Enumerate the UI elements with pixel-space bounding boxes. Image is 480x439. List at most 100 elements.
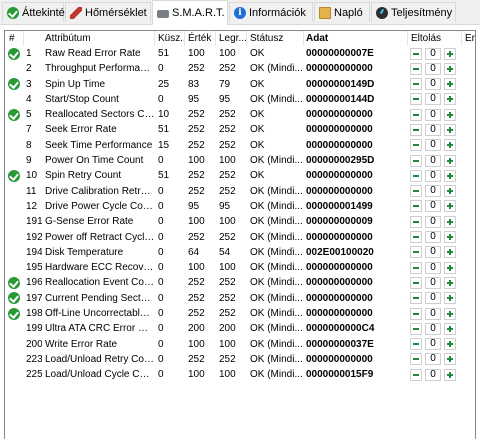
- increment-icon[interactable]: [444, 154, 456, 167]
- table-row[interactable]: 9 Power On Time Count 0 100 100 OK (Mindi... 0…: [5, 153, 475, 168]
- increment-icon[interactable]: [444, 185, 456, 198]
- decrement-icon[interactable]: [410, 108, 422, 121]
- column-header-status[interactable]: Státusz: [247, 31, 304, 46]
- offset-value[interactable]: 0: [425, 322, 441, 335]
- tab-information[interactable]: i Információk: [229, 2, 313, 22]
- table-row[interactable]: 11 Drive Calibration Retry ... 0 252 252 OK (…: [5, 184, 475, 199]
- table-row[interactable]: 199 Ultra ATA CRC Error Co... 0 200 200 OK (M…: [5, 321, 475, 336]
- column-header-offset[interactable]: Eltolás: [408, 31, 462, 46]
- increment-icon[interactable]: [444, 261, 456, 274]
- column-header-attribute[interactable]: Attribútum: [42, 31, 155, 46]
- increment-icon[interactable]: [444, 62, 456, 75]
- decrement-icon[interactable]: [410, 93, 422, 106]
- table-row[interactable]: 3 Spin Up Time 25 83 79 OK 00000000149D 0: [5, 77, 475, 92]
- tab-log[interactable]: Napló: [314, 2, 370, 22]
- offset-value[interactable]: 0: [425, 276, 441, 289]
- table-row[interactable]: 225 Load/Unload Cycle Cou... 0 100 100 OK (Mi…: [5, 367, 475, 382]
- increment-icon[interactable]: [444, 108, 456, 121]
- column-header-data[interactable]: Adat: [304, 31, 408, 46]
- decrement-icon[interactable]: [410, 261, 422, 274]
- offset-value[interactable]: 0: [425, 62, 441, 75]
- table-row[interactable]: 197 Current Pending Sector... 0 252 252 OK (M…: [5, 291, 475, 306]
- table-row[interactable]: 191 G-Sense Error Rate 0 100 100 OK (Mindi...…: [5, 214, 475, 229]
- decrement-icon[interactable]: [410, 200, 422, 213]
- table-row[interactable]: 192 Power off Retract Cycle ... 0 252 252 OK …: [5, 230, 475, 245]
- decrement-icon[interactable]: [410, 123, 422, 136]
- offset-value[interactable]: 0: [425, 93, 441, 106]
- increment-icon[interactable]: [444, 276, 456, 289]
- decrement-icon[interactable]: [410, 139, 422, 152]
- table-row[interactable]: 196 Reallocation Event Count 0 252 252 OK (Mi…: [5, 275, 475, 290]
- increment-icon[interactable]: [444, 169, 456, 182]
- offset-value[interactable]: 0: [425, 231, 441, 244]
- offset-value[interactable]: 0: [425, 169, 441, 182]
- offset-value[interactable]: 0: [425, 108, 441, 121]
- table-row[interactable]: 1 Raw Read Error Rate 51 100 100 OK 0000000000…: [5, 46, 475, 61]
- offset-value[interactable]: 0: [425, 307, 441, 320]
- column-header-current[interactable]: Küsz...: [155, 31, 185, 46]
- decrement-icon[interactable]: [410, 78, 422, 91]
- offset-value[interactable]: 0: [425, 139, 441, 152]
- offset-value[interactable]: 0: [425, 292, 441, 305]
- decrement-icon[interactable]: [410, 154, 422, 167]
- increment-icon[interactable]: [444, 231, 456, 244]
- column-header-worst[interactable]: Érték: [185, 31, 216, 46]
- decrement-icon[interactable]: [410, 246, 422, 259]
- table-row[interactable]: 12 Drive Power Cycle Count 0 95 95 OK (Mindi.…: [5, 199, 475, 214]
- offset-value[interactable]: 0: [425, 261, 441, 274]
- offset-value[interactable]: 0: [425, 185, 441, 198]
- table-row[interactable]: 194 Disk Temperature 0 64 54 OK (Mindi... 002E…: [5, 245, 475, 260]
- decrement-icon[interactable]: [410, 47, 422, 60]
- decrement-icon[interactable]: [410, 169, 422, 182]
- increment-icon[interactable]: [444, 200, 456, 213]
- column-header-threshold[interactable]: Legr...: [216, 31, 247, 46]
- increment-icon[interactable]: [444, 353, 456, 366]
- table-row[interactable]: 2 Throughput Performance 0 252 252 OK (Mindi.…: [5, 61, 475, 76]
- increment-icon[interactable]: [444, 292, 456, 305]
- column-header-extra[interactable]: Er: [462, 31, 475, 46]
- tab-performance[interactable]: Teljesítmény: [371, 2, 456, 22]
- column-header-num[interactable]: #: [5, 31, 24, 46]
- offset-value[interactable]: 0: [425, 215, 441, 228]
- increment-icon[interactable]: [444, 307, 456, 320]
- increment-icon[interactable]: [444, 338, 456, 351]
- offset-value[interactable]: 0: [425, 154, 441, 167]
- offset-value[interactable]: 0: [425, 47, 441, 60]
- increment-icon[interactable]: [444, 322, 456, 335]
- increment-icon[interactable]: [444, 139, 456, 152]
- increment-icon[interactable]: [444, 78, 456, 91]
- offset-value[interactable]: 0: [425, 246, 441, 259]
- table-row[interactable]: 7 Seek Error Rate 51 252 252 OK 000000000000 0: [5, 122, 475, 137]
- offset-value[interactable]: 0: [425, 123, 441, 136]
- increment-icon[interactable]: [444, 47, 456, 60]
- decrement-icon[interactable]: [410, 185, 422, 198]
- increment-icon[interactable]: [444, 368, 456, 381]
- tab-smart[interactable]: S.M.A.R.T.: [152, 0, 228, 25]
- table-row[interactable]: 195 Hardware ECC Recovered 0 100 100 OK (Mind…: [5, 260, 475, 275]
- table-row[interactable]: 200 Write Error Rate 0 100 100 OK (Mindi... 00…: [5, 337, 475, 352]
- table-row[interactable]: 198 Off-Line Uncorrectable ... 0 252 252 OK (…: [5, 306, 475, 321]
- offset-value[interactable]: 0: [425, 200, 441, 213]
- offset-value[interactable]: 0: [425, 78, 441, 91]
- increment-icon[interactable]: [444, 215, 456, 228]
- decrement-icon[interactable]: [410, 276, 422, 289]
- decrement-icon[interactable]: [410, 231, 422, 244]
- decrement-icon[interactable]: [410, 368, 422, 381]
- increment-icon[interactable]: [444, 246, 456, 259]
- table-row[interactable]: 5 Reallocated Sectors Co... 10 252 252 OK 0000…: [5, 107, 475, 122]
- decrement-icon[interactable]: [410, 215, 422, 228]
- increment-icon[interactable]: [444, 123, 456, 136]
- tab-temperature[interactable]: Hőmérséklet: [65, 2, 151, 22]
- table-row[interactable]: 223 Load/Unload Retry Cou... 0 252 252 OK (Mi…: [5, 352, 475, 367]
- table-row[interactable]: 4 Start/Stop Count 0 95 95 OK (Mindi... 000000…: [5, 92, 475, 107]
- table-row[interactable]: 8 Seek Time Performance 15 252 252 OK 00000000…: [5, 138, 475, 153]
- increment-icon[interactable]: [444, 93, 456, 106]
- decrement-icon[interactable]: [410, 292, 422, 305]
- offset-value[interactable]: 0: [425, 368, 441, 381]
- decrement-icon[interactable]: [410, 353, 422, 366]
- tab-overview[interactable]: Áttekintés: [2, 2, 70, 22]
- table-row[interactable]: 10 Spin Retry Count 51 252 252 OK 000000000000…: [5, 168, 475, 183]
- offset-value[interactable]: 0: [425, 353, 441, 366]
- decrement-icon[interactable]: [410, 307, 422, 320]
- decrement-icon[interactable]: [410, 322, 422, 335]
